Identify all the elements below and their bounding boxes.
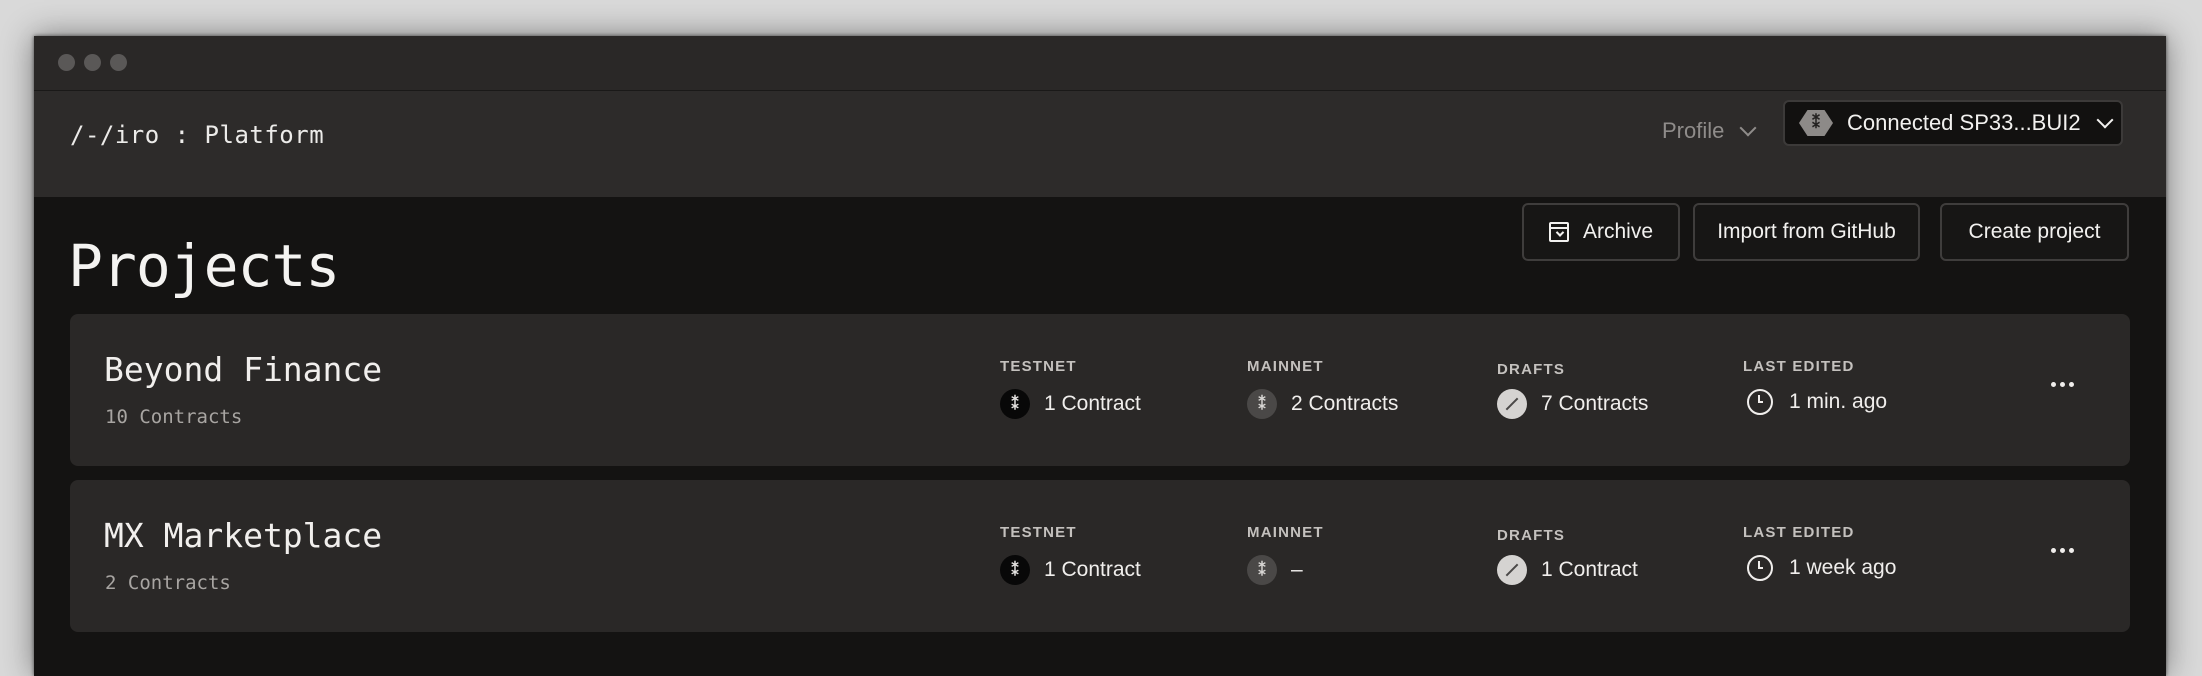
last-edited-label: LAST EDITED xyxy=(1743,358,1855,375)
chevron-down-icon xyxy=(2096,111,2114,129)
profile-menu[interactable]: Profile xyxy=(1662,109,1757,153)
draft-pencil-icon xyxy=(1497,555,1527,585)
last-edited-column: LAST EDITED 1 week ago xyxy=(1743,524,1896,581)
project-card[interactable]: Beyond Finance 10 Contracts TESTNET ⁑ 1 … xyxy=(70,314,2130,466)
clock-icon xyxy=(1747,555,1773,581)
ellipsis-dot-icon xyxy=(2051,382,2056,387)
top-navbar: /-/iro : Platform Profile ⁑ Connected SP… xyxy=(34,91,2166,197)
archive-button-label: Archive xyxy=(1582,220,1654,243)
drafts-label: DRAFTS xyxy=(1497,361,1566,378)
mainnet-value-row: ⁑ 2 Contracts xyxy=(1247,389,1398,419)
ellipsis-dot-icon xyxy=(2051,548,2056,553)
mainnet-value-row: ⁑ – xyxy=(1247,555,1324,585)
project-contract-count: 10 Contracts xyxy=(105,406,243,428)
testnet-value: 1 Contract xyxy=(1044,558,1141,581)
last-edited-value-row: 1 week ago xyxy=(1743,555,1896,581)
profile-label: Profile xyxy=(1662,118,1725,143)
draft-pencil-icon xyxy=(1497,389,1527,419)
archive-button[interactable]: Archive xyxy=(1522,203,1680,261)
testnet-value: 1 Contract xyxy=(1044,392,1141,415)
page-title: Projects xyxy=(68,232,340,300)
mainnet-icon: ⁑ xyxy=(1247,555,1277,585)
mainnet-value: – xyxy=(1291,558,1303,581)
title-bar xyxy=(34,36,2166,91)
close-window-button[interactable] xyxy=(58,54,75,71)
drafts-column: DRAFTS 1 Contract xyxy=(1497,527,1638,585)
clock-icon xyxy=(1747,389,1773,415)
minimize-window-button[interactable] xyxy=(84,54,101,71)
window-controls xyxy=(58,54,127,71)
wallet-connect-button[interactable]: ⁑ Connected SP33...BUI2 xyxy=(1783,100,2123,146)
project-name[interactable]: Beyond Finance xyxy=(104,350,382,389)
drafts-column: DRAFTS 7 Contracts xyxy=(1497,361,1648,419)
mainnet-icon: ⁑ xyxy=(1247,389,1277,419)
testnet-column: TESTNET ⁑ 1 Contract xyxy=(1000,358,1141,419)
drafts-label: DRAFTS xyxy=(1497,527,1566,544)
drafts-value-row: 1 Contract xyxy=(1497,555,1638,585)
stacks-hex-icon: ⁑ xyxy=(1799,110,1833,136)
last-edited-value: 1 min. ago xyxy=(1789,390,1888,413)
testnet-column: TESTNET ⁑ 1 Contract xyxy=(1000,524,1141,585)
app-window: /-/iro : Platform Profile ⁑ Connected SP… xyxy=(34,36,2166,676)
more-options-button[interactable] xyxy=(2051,548,2074,553)
drafts-value: 7 Contracts xyxy=(1541,392,1649,415)
wallet-label: Connected SP33...BUI2 xyxy=(1847,110,2081,135)
zoom-window-button[interactable] xyxy=(110,54,127,71)
ellipsis-dot-icon xyxy=(2069,382,2074,387)
platform-logo[interactable]: /-/iro : Platform xyxy=(70,121,324,149)
more-options-button[interactable] xyxy=(2051,382,2074,387)
testnet-icon: ⁑ xyxy=(1000,389,1030,419)
archive-icon xyxy=(1548,222,1569,242)
drafts-value-row: 7 Contracts xyxy=(1497,389,1648,419)
mainnet-value: 2 Contracts xyxy=(1291,392,1399,415)
mainnet-column: MAINNET ⁑ 2 Contracts xyxy=(1247,358,1398,419)
drafts-value: 1 Contract xyxy=(1541,558,1638,581)
import-from-github-button[interactable]: Import from GitHub xyxy=(1693,203,1920,261)
ellipsis-dot-icon xyxy=(2060,548,2065,553)
create-project-button[interactable]: Create project xyxy=(1940,203,2129,261)
testnet-label: TESTNET xyxy=(1000,358,1077,375)
mainnet-label: MAINNET xyxy=(1247,524,1324,541)
import-button-label: Import from GitHub xyxy=(1717,220,1896,243)
create-button-label: Create project xyxy=(1968,220,2101,243)
project-name[interactable]: MX Marketplace xyxy=(104,516,382,555)
last-edited-value: 1 week ago xyxy=(1789,556,1897,579)
mainnet-label: MAINNET xyxy=(1247,358,1324,375)
last-edited-value-row: 1 min. ago xyxy=(1743,389,1887,415)
project-contract-count: 2 Contracts xyxy=(105,572,231,594)
ellipsis-dot-icon xyxy=(2060,382,2065,387)
ellipsis-dot-icon xyxy=(2069,548,2074,553)
testnet-value-row: ⁑ 1 Contract xyxy=(1000,555,1141,585)
project-card[interactable]: MX Marketplace 2 Contracts TESTNET ⁑ 1 C… xyxy=(70,480,2130,632)
last-edited-column: LAST EDITED 1 min. ago xyxy=(1743,358,1887,415)
last-edited-label: LAST EDITED xyxy=(1743,524,1855,541)
mainnet-column: MAINNET ⁑ – xyxy=(1247,524,1324,585)
testnet-icon: ⁑ xyxy=(1000,555,1030,585)
testnet-value-row: ⁑ 1 Contract xyxy=(1000,389,1141,419)
testnet-label: TESTNET xyxy=(1000,524,1077,541)
chevron-down-icon xyxy=(1739,119,1757,137)
